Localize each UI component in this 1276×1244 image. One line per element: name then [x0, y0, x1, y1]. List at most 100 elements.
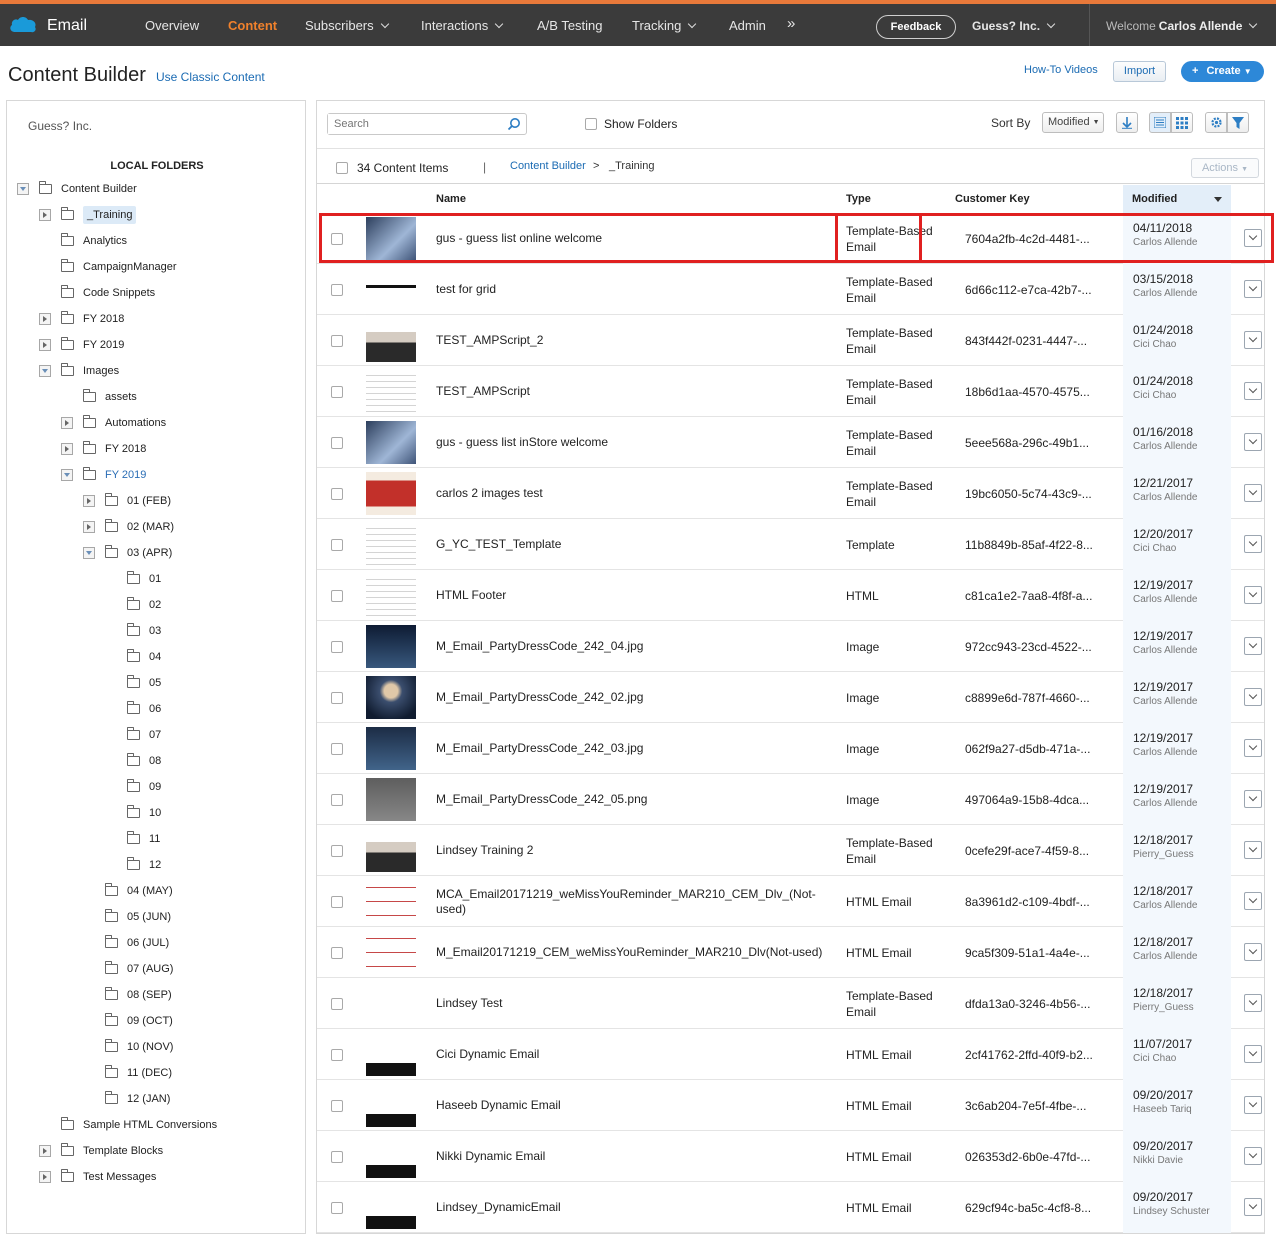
- tree-item[interactable]: 12: [105, 855, 161, 875]
- tree-item[interactable]: 03: [105, 621, 161, 641]
- list-view-button[interactable]: [1149, 112, 1171, 133]
- row-name[interactable]: M_Email_PartyDressCode_242_02.jpg: [436, 672, 826, 723]
- settings-button[interactable]: [1205, 112, 1227, 133]
- thumbnail-image[interactable]: [366, 1135, 416, 1178]
- expand-toggle-icon[interactable]: [61, 443, 73, 455]
- row-name[interactable]: Lindsey Test: [436, 978, 826, 1029]
- table-row[interactable]: carlos 2 images test Template-Based Email…: [317, 468, 1264, 519]
- thumbnail-image[interactable]: [366, 1033, 416, 1076]
- row-menu-button[interactable]: [1244, 586, 1262, 604]
- table-row[interactable]: M_Email_PartyDressCode_242_05.png Image 49…: [317, 774, 1264, 825]
- expand-toggle-icon[interactable]: [39, 1171, 51, 1183]
- row-name[interactable]: TEST_AMPScript_2: [436, 315, 826, 366]
- table-row[interactable]: M_Email_PartyDressCode_242_03.jpg Image 06…: [317, 723, 1264, 774]
- tree-item[interactable]: 08 (SEP): [83, 985, 172, 1005]
- salesforce-cloud-icon[interactable]: [8, 14, 38, 34]
- thumbnail-image[interactable]: [366, 676, 416, 719]
- feedback-button[interactable]: Feedback: [876, 15, 956, 39]
- search-input[interactable]: [328, 114, 498, 134]
- tree-item[interactable]: Code Snippets: [39, 283, 155, 303]
- row-name[interactable]: gus - guess list online welcome: [436, 213, 826, 264]
- thumbnail-image[interactable]: [366, 625, 416, 668]
- tree-item[interactable]: 07 (AUG): [83, 959, 173, 979]
- table-row[interactable]: MCA_Email20171219_weMissYouReminder_MAR2…: [317, 876, 1264, 927]
- column-header-customer-key[interactable]: Customer Key: [955, 185, 1030, 213]
- tree-item[interactable]: Sample HTML Conversions: [39, 1115, 217, 1135]
- search-box[interactable]: [327, 113, 527, 135]
- column-header-name[interactable]: Name: [436, 185, 466, 213]
- row-menu-button[interactable]: [1244, 433, 1262, 451]
- column-header-type[interactable]: Type: [846, 185, 871, 213]
- tree-item[interactable]: 03 (APR): [83, 543, 172, 563]
- row-name[interactable]: M_Email_PartyDressCode_242_05.png: [436, 774, 826, 825]
- tree-item[interactable]: Automations: [61, 413, 166, 433]
- row-menu-button[interactable]: [1244, 790, 1262, 808]
- filter-button[interactable]: [1227, 112, 1249, 133]
- row-checkbox[interactable]: [331, 947, 343, 959]
- tree-item[interactable]: 04 (MAY): [83, 881, 173, 901]
- nav-subscribers[interactable]: Subscribers: [305, 18, 389, 33]
- row-name[interactable]: carlos 2 images test: [436, 468, 826, 519]
- tree-item[interactable]: assets: [61, 387, 137, 407]
- row-name[interactable]: gus - guess list inStore welcome: [436, 417, 826, 468]
- row-menu-button[interactable]: [1244, 637, 1262, 655]
- collapse-toggle-icon[interactable]: [61, 469, 73, 481]
- expand-toggle-icon[interactable]: [83, 495, 95, 507]
- row-name[interactable]: Cici Dynamic Email: [436, 1029, 826, 1080]
- row-checkbox[interactable]: [331, 641, 343, 653]
- thumbnail-image[interactable]: [366, 472, 416, 515]
- sort-select[interactable]: Modified ▼: [1042, 112, 1104, 133]
- thumbnail-image[interactable]: [366, 574, 416, 617]
- nav-admin[interactable]: Admin: [729, 18, 766, 33]
- row-menu-button[interactable]: [1244, 994, 1262, 1012]
- expand-toggle-icon[interactable]: [61, 417, 73, 429]
- table-row[interactable]: Lindsey_DynamicEmail HTML Email 629cf94c-b…: [317, 1182, 1264, 1233]
- row-checkbox[interactable]: [331, 794, 343, 806]
- tree-item[interactable]: Images: [39, 361, 119, 381]
- tree-item[interactable]: 06: [105, 699, 161, 719]
- row-name[interactable]: M_Email_PartyDressCode_242_04.jpg: [436, 621, 826, 672]
- tree-item[interactable]: _Training: [39, 205, 137, 225]
- row-menu-button[interactable]: [1244, 739, 1262, 757]
- tree-item[interactable]: FY 2019: [61, 465, 146, 485]
- tree-item[interactable]: 10 (NOV): [83, 1037, 173, 1057]
- row-menu-button[interactable]: [1244, 1147, 1262, 1165]
- tree-item[interactable]: 09 (OCT): [83, 1011, 173, 1031]
- collapse-toggle-icon[interactable]: [17, 183, 29, 195]
- expand-toggle-icon[interactable]: [39, 339, 51, 351]
- nav-interactions[interactable]: Interactions: [421, 18, 504, 33]
- expand-toggle-icon[interactable]: [83, 521, 95, 533]
- row-name[interactable]: M_Email20171219_CEM_weMissYouReminder_MA…: [436, 927, 826, 978]
- row-checkbox[interactable]: [331, 590, 343, 602]
- row-name[interactable]: Lindsey Training 2: [436, 825, 826, 876]
- table-row[interactable]: Nikki Dynamic Email HTML Email 026353d2-6b…: [317, 1131, 1264, 1182]
- tree-item[interactable]: FY 2018: [39, 309, 124, 329]
- row-checkbox[interactable]: [331, 692, 343, 704]
- tree-item[interactable]: 02 (MAR): [83, 517, 174, 537]
- thumbnail-image[interactable]: [366, 880, 416, 923]
- tree-item[interactable]: 11: [105, 829, 160, 849]
- thumbnail-image[interactable]: [366, 319, 416, 362]
- search-icon[interactable]: [507, 117, 521, 131]
- tree-item[interactable]: 08: [105, 751, 161, 771]
- row-name[interactable]: HTML Footer: [436, 570, 826, 621]
- row-name[interactable]: Lindsey_DynamicEmail: [436, 1182, 826, 1233]
- row-menu-button[interactable]: [1244, 688, 1262, 706]
- row-checkbox[interactable]: [331, 896, 343, 908]
- row-name[interactable]: TEST_AMPScript: [436, 366, 826, 417]
- row-name[interactable]: Haseeb Dynamic Email: [436, 1080, 826, 1131]
- table-row[interactable]: gus - guess list inStore welcome Template…: [317, 417, 1264, 468]
- row-menu-button[interactable]: [1244, 1045, 1262, 1063]
- column-header-modified[interactable]: Modified: [1123, 185, 1231, 213]
- show-folders-toggle[interactable]: Show Folders: [585, 117, 677, 131]
- thumbnail-image[interactable]: [366, 421, 416, 464]
- row-menu-button[interactable]: [1244, 382, 1262, 400]
- row-name[interactable]: M_Email_PartyDressCode_242_03.jpg: [436, 723, 826, 774]
- thumbnail-image[interactable]: [366, 1084, 416, 1127]
- tree-item[interactable]: Test Messages: [39, 1167, 156, 1187]
- table-row[interactable]: TEST_AMPScript Template-Based Email 18b6d1…: [317, 366, 1264, 417]
- import-button[interactable]: Import: [1113, 61, 1166, 82]
- row-menu-button[interactable]: [1244, 841, 1262, 859]
- tree-item[interactable]: 05 (JUN): [83, 907, 171, 927]
- row-checkbox[interactable]: [331, 488, 343, 500]
